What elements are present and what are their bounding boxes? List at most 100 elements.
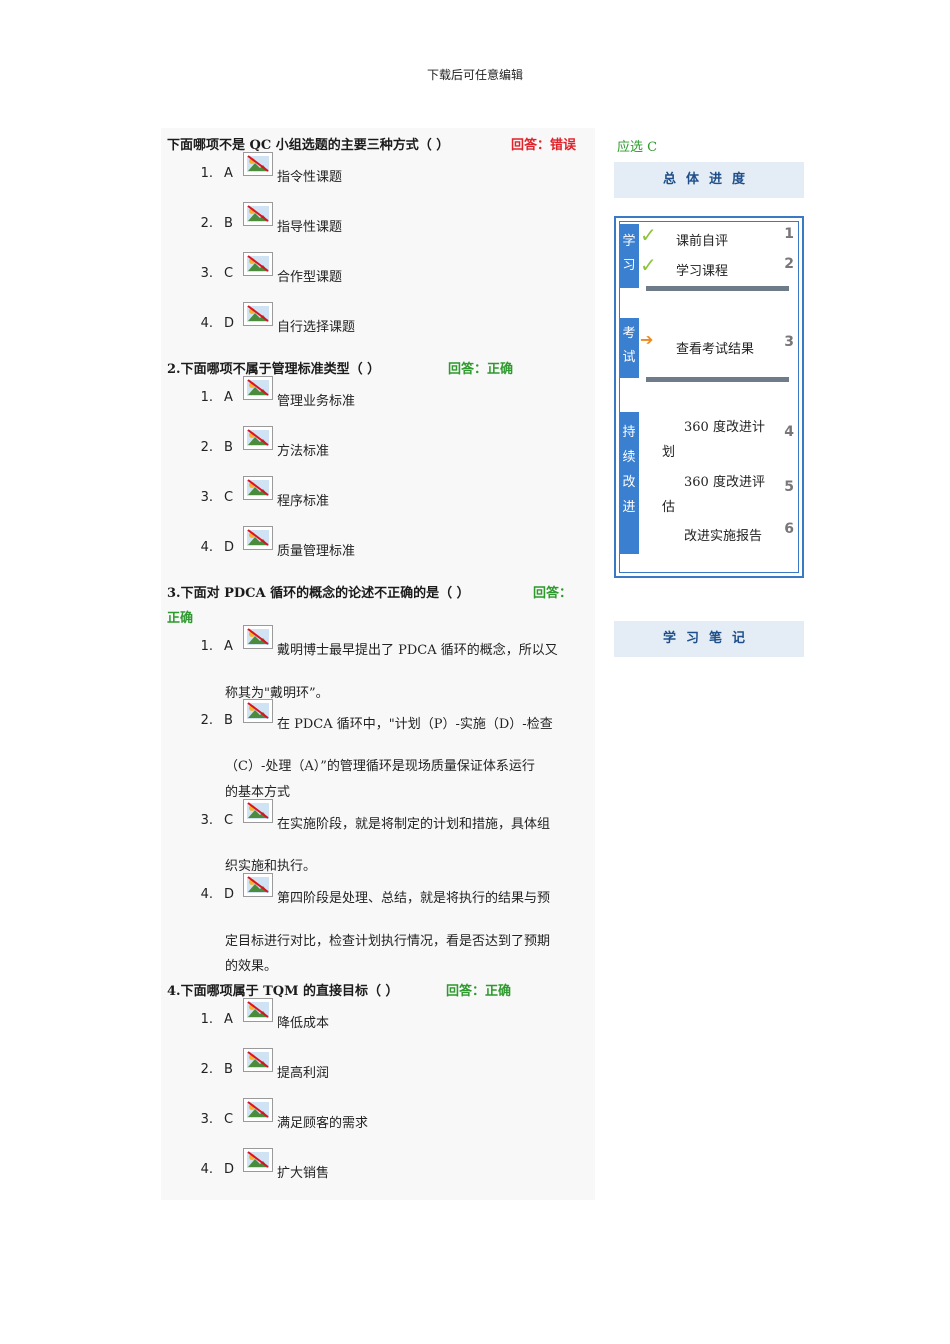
broken-image-icon — [243, 625, 273, 649]
arrow-right-icon: ➔ — [640, 330, 654, 349]
broken-image-icon — [243, 426, 273, 450]
quiz-panel: 下面哪项不是 QC 小组选题的主要三种方式（ ） 回答：错误 1. A 指令性课… — [161, 128, 595, 1200]
option-letter: C — [224, 490, 234, 505]
option-letter: D — [224, 316, 235, 331]
step-label[interactable]: 360 度改进评 — [684, 471, 765, 490]
step-label-wrap: 估 — [662, 500, 676, 515]
option-letter: A — [224, 166, 233, 181]
option-number: 4. — [200, 1162, 213, 1177]
broken-image-icon — [243, 302, 273, 326]
step-label-wrap: 划 — [662, 445, 676, 460]
option-3b-continuation: （C）-处理（A）”的管理循环是现场质量保证体系运行 — [225, 759, 535, 774]
option-number: 1. — [200, 166, 213, 181]
option-letter: B — [224, 440, 233, 455]
broken-image-icon — [243, 376, 273, 400]
progress-panel: 学习 考试 持续改进 ✓ 课前自评 1 ✓ 学习课程 2 ➔ 查看考试结果 3 … — [614, 216, 804, 578]
broken-image-icon — [243, 998, 273, 1022]
option-3d-continuation: 定目标进行对比，检查计划执行情况，看是否达到了预期 — [225, 934, 551, 949]
option-1d[interactable]: 4. D 自行选择课题 — [161, 302, 591, 336]
option-number: 2. — [200, 1062, 213, 1077]
option-letter: A — [224, 1012, 233, 1027]
option-text: 降低成本 — [277, 1016, 330, 1031]
option-text: 指令性课题 — [277, 170, 343, 185]
option-2c[interactable]: 3. C 程序标准 — [161, 476, 591, 510]
broken-image-icon — [243, 476, 273, 500]
question-1-text: 下面哪项不是 QC 小组选题的主要三种方式（ ） — [167, 138, 450, 153]
question-2-answer: 回答：正确 — [448, 362, 514, 377]
option-4c[interactable]: 3. C 满足顾客的需求 — [161, 1098, 591, 1132]
divider — [646, 377, 789, 382]
option-number: 4. — [200, 540, 213, 555]
option-4d[interactable]: 4. D 扩大销售 — [161, 1148, 591, 1182]
option-3b-continuation: 的基本方式 — [225, 785, 291, 800]
option-2a[interactable]: 1. A 管理业务标准 — [161, 376, 591, 410]
check-icon: ✓ — [640, 223, 657, 247]
option-letter: D — [224, 887, 235, 902]
option-number: 4. — [200, 316, 213, 331]
question-3-text: 3.下面对 PDCA 循环的概念的论述不正确的是（ ） — [167, 586, 470, 601]
option-number: 1. — [200, 1012, 213, 1027]
option-4a[interactable]: 1. A 降低成本 — [161, 998, 591, 1032]
step-label[interactable]: 课前自评 — [676, 230, 728, 249]
option-number: 3. — [200, 266, 213, 281]
option-text: 在实施阶段，就是将制定的计划和措施，具体组 — [277, 817, 551, 832]
option-number: 2. — [200, 216, 213, 231]
option-text: 戴明博士最早提出了 PDCA 循环的概念，所以又 — [277, 643, 558, 658]
option-1b[interactable]: 2. B 指导性课题 — [161, 202, 591, 236]
question-2-text: 2.下面哪项不属于管理标准类型（ ） — [167, 362, 381, 377]
option-text: 方法标准 — [277, 444, 330, 459]
divider — [646, 286, 789, 291]
step-index: 6 — [784, 521, 794, 537]
broken-image-icon — [243, 252, 273, 276]
option-2b[interactable]: 2. B 方法标准 — [161, 426, 591, 460]
option-3a[interactable]: 1. A 戴明博士最早提出了 PDCA 循环的概念，所以又 — [161, 625, 591, 659]
step-index: 3 — [784, 334, 794, 350]
page-header-note: 下载后可任意编辑 — [426, 68, 523, 82]
option-number: 2. — [200, 440, 213, 455]
option-number: 3. — [200, 1112, 213, 1127]
option-3c[interactable]: 3. C 在实施阶段，就是将制定的计划和措施，具体组 — [161, 799, 591, 833]
broken-image-icon — [243, 799, 273, 823]
option-2d[interactable]: 4. D 质量管理标准 — [161, 526, 591, 560]
option-text: 合作型课题 — [277, 270, 343, 285]
step-index: 2 — [784, 256, 794, 272]
option-text: 提高利润 — [277, 1066, 330, 1081]
step-index: 4 — [784, 424, 794, 440]
option-letter: D — [224, 540, 235, 555]
broken-image-icon — [243, 699, 273, 723]
option-text: 程序标准 — [277, 494, 330, 509]
broken-image-icon — [243, 152, 273, 176]
option-letter: A — [224, 390, 233, 405]
option-3b[interactable]: 2. B 在 PDCA 循环中，"计划（P）-实施（D）-检查 — [161, 699, 591, 733]
option-1c[interactable]: 3. C 合作型课题 — [161, 252, 591, 286]
option-3d[interactable]: 4. D 第四阶段是处理、总结，就是将执行的结果与预 — [161, 873, 591, 907]
option-letter: B — [224, 713, 233, 728]
question-1-answer: 回答：错误 — [511, 138, 577, 153]
option-number: 4. — [200, 887, 213, 902]
option-text: 管理业务标准 — [277, 394, 356, 409]
step-label[interactable]: 360 度改进计 — [684, 416, 765, 435]
broken-image-icon — [243, 526, 273, 550]
option-3c-continuation: 织实施和执行。 — [225, 859, 317, 874]
step-label[interactable]: 查看考试结果 — [676, 338, 754, 357]
broken-image-icon — [243, 1098, 273, 1122]
option-4b[interactable]: 2. B 提高利润 — [161, 1048, 591, 1082]
broken-image-icon — [243, 1148, 273, 1172]
option-number: 3. — [200, 490, 213, 505]
notes-title[interactable]: 学习笔记 — [614, 621, 804, 657]
option-1a[interactable]: 1. A 指令性课题 — [161, 152, 591, 186]
question-3-answer-result: 正确 — [167, 611, 194, 626]
question-4-text: 4.下面哪项属于 TQM 的直接目标（ ） — [167, 984, 399, 999]
option-letter: C — [224, 1112, 234, 1127]
option-text: 质量管理标准 — [277, 544, 356, 559]
option-number: 1. — [200, 639, 213, 654]
option-letter: D — [224, 1162, 235, 1177]
answer-hint: 应选 C — [617, 140, 658, 155]
option-letter: A — [224, 639, 233, 654]
option-letter: C — [224, 266, 234, 281]
step-label[interactable]: 学习课程 — [676, 260, 728, 279]
option-text: 第四阶段是处理、总结，就是将执行的结果与预 — [277, 891, 551, 906]
step-label[interactable]: 改进实施报告 — [684, 525, 762, 544]
progress-title: 总体进度 — [614, 162, 804, 198]
option-letter: B — [224, 1062, 233, 1077]
